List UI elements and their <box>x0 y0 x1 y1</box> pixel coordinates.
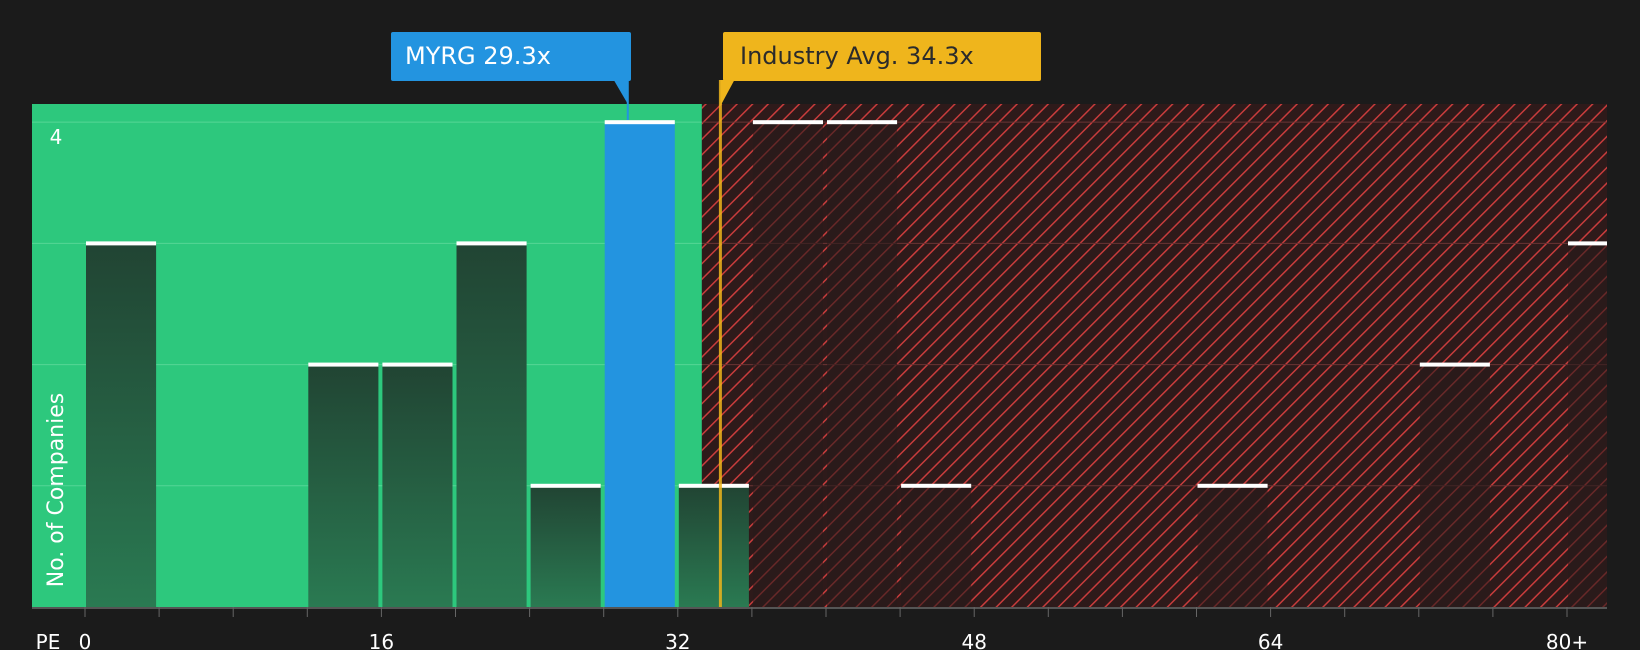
histogram-bar <box>1419 364 1490 607</box>
bar-top-cap <box>530 483 601 488</box>
histogram-bar <box>827 122 898 607</box>
industry-avg-label: Industry Avg. 34.3x <box>740 42 974 70</box>
bar-top-cap <box>901 483 972 488</box>
bar-top-cap <box>86 241 157 246</box>
histogram-bar <box>1197 485 1268 607</box>
histogram-bar <box>1568 243 1607 607</box>
pe-distribution-chart: 0 16 32 48 64 80+ PE 4 No. of Companies <box>32 80 1607 650</box>
company-callout-pointer <box>613 80 628 104</box>
x-tick-label: 32 <box>665 630 690 650</box>
histogram-bar <box>382 364 453 607</box>
company-pe-label: MYRG 29.3x <box>405 42 551 70</box>
bar-top-cap <box>382 362 453 367</box>
company-pe-callout: MYRG 29.3x <box>391 32 631 81</box>
industry-callout-pointer <box>720 80 735 106</box>
x-tick-label: 48 <box>961 630 986 650</box>
x-tick-label: 80+ <box>1546 630 1588 650</box>
histogram-bar <box>530 485 601 607</box>
histogram-bar <box>678 485 749 607</box>
bar-top-cap <box>1419 362 1490 367</box>
bar-top-cap <box>678 483 749 488</box>
histogram-bar <box>456 243 527 607</box>
industry-avg-callout: Industry Avg. 34.3x <box>723 32 1041 81</box>
x-tick-label: 16 <box>369 630 394 650</box>
bar-top-cap <box>827 120 898 125</box>
bar-top-cap <box>604 120 675 125</box>
y-axis-label: No. of Companies <box>44 393 69 587</box>
y-tick-label: 4 <box>50 125 63 149</box>
histogram-bar <box>901 485 972 607</box>
histogram-bar <box>86 243 157 607</box>
x-tick-label: 64 <box>1258 630 1283 650</box>
bar-top-cap <box>308 362 379 367</box>
x-axis-prefix: PE <box>36 630 61 650</box>
histogram-bar <box>752 122 823 607</box>
bar-top-cap <box>456 241 527 246</box>
x-tick-label: 0 <box>79 630 92 650</box>
histogram-bar <box>308 364 379 607</box>
bar-top-cap <box>1568 241 1607 246</box>
bar-top-cap <box>752 120 823 125</box>
bar-top-cap <box>1197 483 1268 488</box>
histogram-bar <box>604 122 675 607</box>
